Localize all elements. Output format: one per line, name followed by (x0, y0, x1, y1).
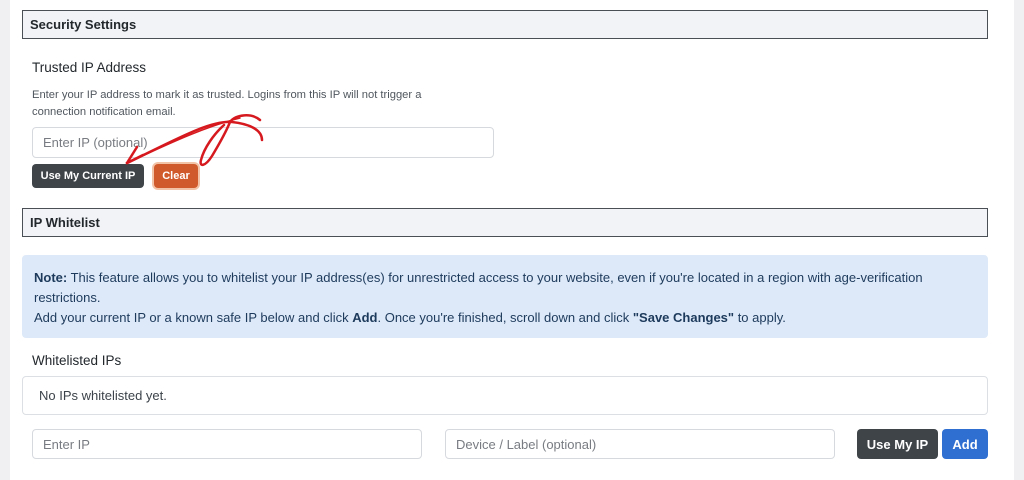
section-header-security: Security Settings (22, 10, 988, 39)
section-header-whitelist: IP Whitelist (22, 208, 988, 237)
device-label-input[interactable] (445, 429, 835, 459)
use-my-ip-button[interactable]: Use My IP (857, 429, 938, 459)
note-text-2a: Add your current IP or a known safe IP b… (34, 310, 353, 325)
whitelisted-ips-title: Whitelisted IPs (32, 353, 122, 368)
info-note: Note: This feature allows you to whiteli… (22, 255, 988, 338)
note-text-1: This feature allows you to whitelist you… (34, 270, 923, 305)
note-lead: Note: (34, 270, 68, 285)
use-current-ip-button[interactable]: Use My Current IP (32, 164, 144, 188)
whitelist-ip-input[interactable] (32, 429, 422, 459)
note-line-2: Add your current IP or a known safe IP b… (34, 308, 976, 328)
note-save-changes: "Save Changes" (632, 310, 735, 325)
note-add-word: Add (352, 310, 378, 325)
whitelist-list: No IPs whitelisted yet. (22, 376, 988, 415)
trusted-ip-input[interactable] (32, 127, 494, 158)
trusted-ip-description: Enter your IP address to mark it as trus… (32, 89, 422, 118)
empty-list-text: No IPs whitelisted yet. (39, 388, 167, 403)
add-button[interactable]: Add (942, 429, 988, 459)
trusted-ip-title: Trusted IP Address (32, 60, 147, 75)
note-text-2b: . Once you're finished, scroll down and … (377, 310, 633, 325)
note-text-2c: to apply. (734, 310, 786, 325)
note-line-1: Note: This feature allows you to whiteli… (34, 268, 976, 308)
clear-button[interactable]: Clear (154, 164, 198, 188)
